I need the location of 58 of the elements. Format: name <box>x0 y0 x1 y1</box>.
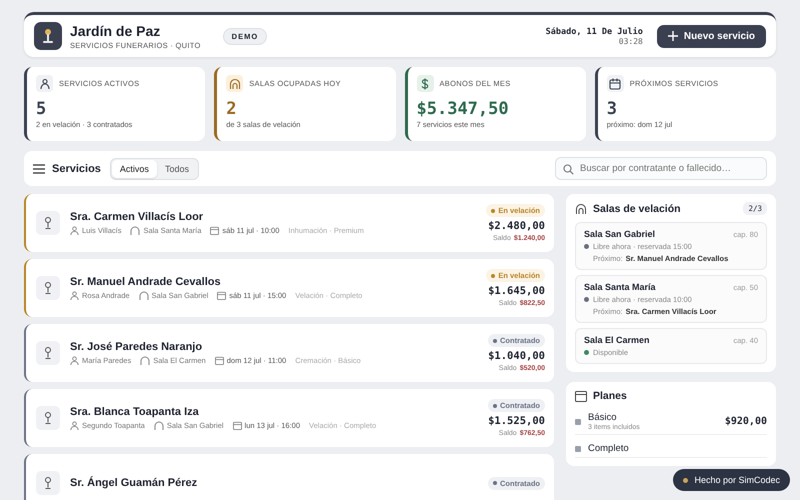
search-field[interactable]: Buscar por contratante o fallecido… <box>555 157 767 180</box>
stat-value: $5.347,50 <box>416 99 510 119</box>
candle-logo-icon <box>34 22 62 50</box>
person-icon <box>70 356 79 365</box>
plan-price: $920,00 <box>724 416 767 427</box>
service-amount: $1.040,00 <box>488 350 545 362</box>
arch-icon <box>575 202 587 214</box>
candle-icon <box>36 406 60 430</box>
candle-icon <box>36 341 60 365</box>
calendar-icon <box>606 75 624 92</box>
person-icon <box>70 421 79 430</box>
filter-tab[interactable]: Todos <box>156 160 197 178</box>
deceased-name: Sr. José Paredes Naranjo <box>70 341 204 353</box>
deceased-name: Sr. Ángel Guamán Pérez <box>70 477 198 489</box>
stat-value: 5 <box>36 99 48 119</box>
room-name: Sala Santa María <box>584 282 656 292</box>
panel-title: Salas de velación <box>593 202 681 214</box>
plus-icon <box>668 31 678 41</box>
made-by-badge[interactable]: Hecho por SimCodec <box>673 469 790 491</box>
person-icon <box>70 226 79 235</box>
candle-icon <box>36 211 60 235</box>
deceased-name: Sra. Carmen Villacís Loor <box>70 211 204 223</box>
card-icon <box>575 390 587 402</box>
room-name: Sala San Gabriel <box>584 229 656 239</box>
candle-icon <box>36 471 60 495</box>
person-icon <box>36 75 53 92</box>
plan-name: Básico <box>588 412 618 423</box>
filter-tab[interactable]: Activos <box>112 160 157 178</box>
room-name: Sala El Carmen <box>584 335 650 345</box>
stat-value: 3 <box>606 99 618 119</box>
brand-name: Jardín de Paz <box>70 22 162 38</box>
current-time: 03:28 <box>618 36 643 46</box>
deceased-name: Sr. Manuel Andrade Cevallos <box>70 276 222 288</box>
section-title: Servicios <box>52 162 101 174</box>
calendar-icon <box>210 226 220 235</box>
plan-marker-icon <box>575 446 581 452</box>
service-amount: $2.480,00 <box>488 220 545 232</box>
service-amount: $1.645,00 <box>488 285 545 297</box>
calendar-icon <box>214 356 224 365</box>
arch-icon <box>140 356 150 365</box>
person-icon <box>70 291 79 300</box>
stat-value: 2 <box>226 99 238 119</box>
arch-icon <box>154 421 164 430</box>
deceased-name: Sra. Blanca Toapanta Iza <box>70 406 200 418</box>
arch-icon <box>138 291 149 300</box>
service-amount: $1.525,00 <box>488 415 545 427</box>
candle-icon <box>36 276 60 300</box>
new-service-button[interactable]: Nuevo servicio <box>656 24 766 48</box>
current-date: Sábado, 11 De Julio <box>546 26 643 36</box>
plan-name: Completo <box>588 443 629 454</box>
calendar-icon <box>217 291 226 300</box>
dollar-icon <box>416 75 434 92</box>
plan-marker-icon <box>575 418 581 424</box>
panel-title: Planes <box>593 390 627 402</box>
arch-icon <box>226 75 244 92</box>
calendar-icon <box>232 421 242 430</box>
arch-icon <box>130 226 140 235</box>
menu-icon[interactable] <box>33 164 45 174</box>
